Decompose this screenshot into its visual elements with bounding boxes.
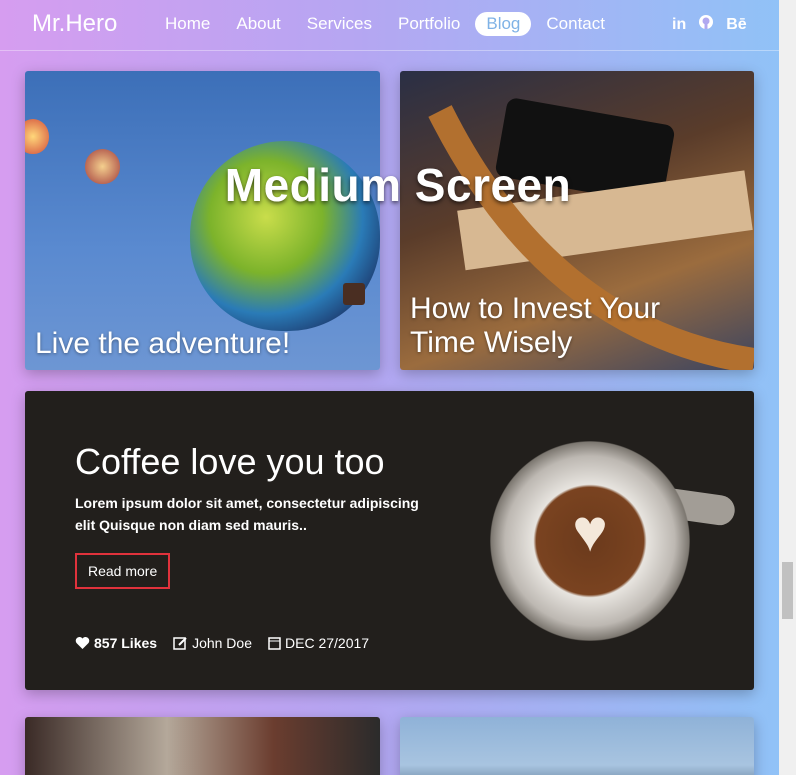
date: DEC 27/2017: [268, 635, 369, 651]
page: Mr.Hero Home About Services Portfolio Bl…: [0, 0, 779, 775]
nav-services[interactable]: Services: [296, 12, 383, 36]
card-featured-coffee: Coffee love you too Lorem ipsum dolor si…: [25, 391, 754, 690]
featured-title[interactable]: Coffee love you too: [75, 441, 385, 483]
scrollbar-thumb[interactable]: [782, 562, 793, 619]
balloon-image-small: [25, 119, 49, 154]
featured-excerpt: Lorem ipsum dolor sit amet, consectetur …: [75, 495, 419, 533]
overlay-title: Medium Screen: [224, 159, 572, 211]
nav-home[interactable]: Home: [154, 12, 221, 36]
balloon-basket: [343, 283, 365, 305]
read-more-button[interactable]: Read more: [75, 553, 171, 589]
edit-icon: [173, 636, 187, 650]
scrollbar[interactable]: [779, 0, 796, 775]
post-date: DEC 27/2017: [285, 635, 370, 651]
github-icon[interactable]: [698, 14, 714, 35]
calendar-icon: [268, 637, 281, 650]
likes[interactable]: 857 Likes: [75, 635, 157, 651]
nav-blog[interactable]: Blog: [475, 12, 532, 36]
nav-menu: Home About Services Portfolio Blog Conta…: [154, 12, 620, 36]
linkedin-icon[interactable]: in: [672, 16, 686, 34]
navbar: Mr.Hero Home About Services Portfolio Bl…: [0, 0, 779, 51]
behance-icon[interactable]: Bē: [726, 16, 746, 34]
card-adventure[interactable]: Live the adventure!: [25, 71, 380, 370]
card-partial-2[interactable]: [400, 717, 754, 775]
card-title: Live the adventure!: [35, 327, 291, 360]
card-partial-1[interactable]: [25, 717, 380, 775]
card-title: How to Invest Your Time Wisely: [410, 292, 661, 359]
nav-portfolio[interactable]: Portfolio: [387, 12, 471, 36]
author[interactable]: John Doe: [173, 635, 252, 651]
author-name: John Doe: [192, 635, 252, 651]
brand-logo[interactable]: Mr.Hero: [32, 10, 117, 38]
social-links: in Bē: [672, 14, 747, 35]
nav-about[interactable]: About: [225, 12, 291, 36]
post-meta: 857 Likes John Doe DEC 27/2017: [75, 635, 369, 651]
latte-art: ♥: [572, 497, 608, 564]
nav-contact[interactable]: Contact: [535, 12, 616, 36]
card-invest-time[interactable]: How to Invest Your Time Wisely: [400, 71, 754, 370]
heart-icon: [75, 637, 90, 649]
likes-count: 857 Likes: [94, 635, 158, 651]
